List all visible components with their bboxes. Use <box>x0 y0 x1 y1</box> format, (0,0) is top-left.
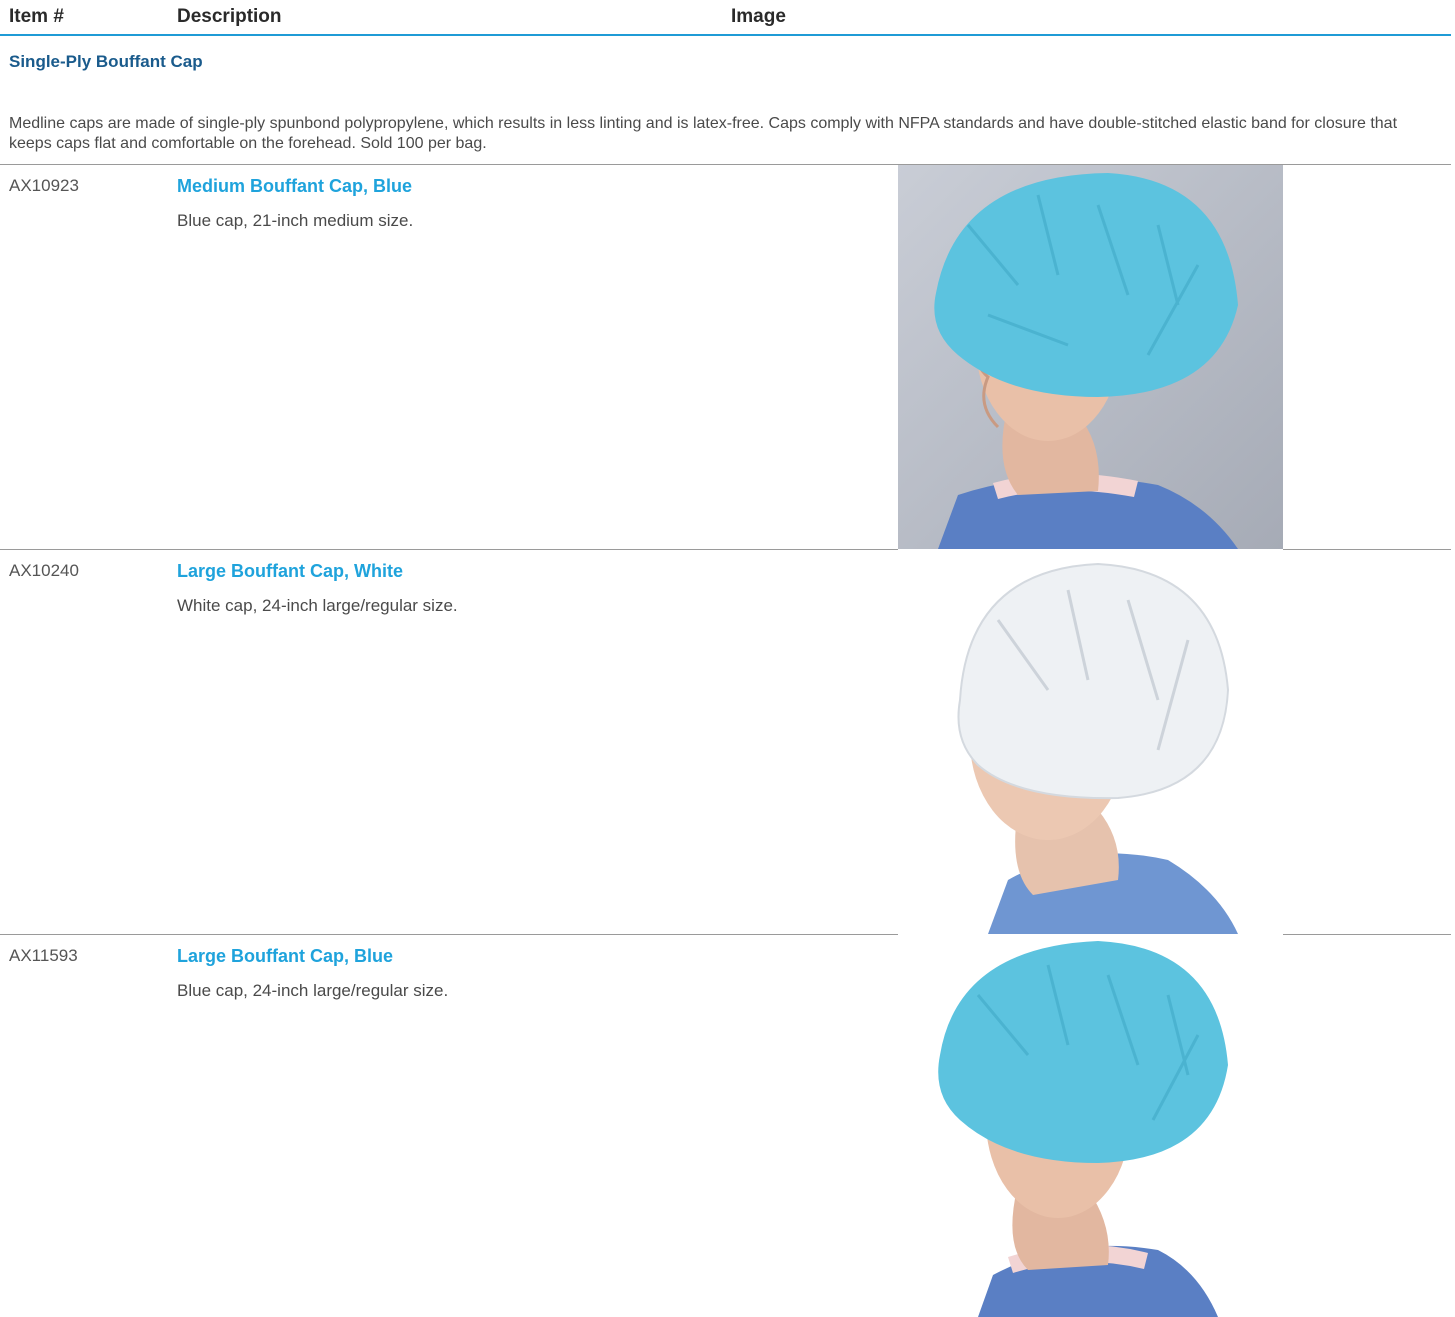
product-title-link[interactable]: Medium Bouffant Cap, Blue <box>177 176 412 197</box>
product-description: Blue cap, 24-inch large/regular size. <box>177 981 449 1000</box>
row-divider <box>0 934 898 935</box>
section-title: Single-Ply Bouffant Cap <box>9 52 203 71</box>
column-header-item: Item # <box>9 6 64 27</box>
row-divider <box>0 549 898 550</box>
product-photo-blue-medium <box>898 165 1283 549</box>
table-header: Item # Description Image <box>0 0 1451 36</box>
product-description: White cap, 24-inch large/regular size. <box>177 596 458 615</box>
item-number: AX11593 <box>9 946 78 965</box>
product-title-link[interactable]: Large Bouffant Cap, White <box>177 561 403 582</box>
product-photo-white-large <box>898 550 1283 934</box>
row-divider <box>1283 934 1451 935</box>
item-number: AX10923 <box>9 176 79 195</box>
section-intro: Medline caps are made of single-ply spun… <box>9 115 1398 152</box>
column-header-description: Description <box>177 6 282 27</box>
item-number: AX10240 <box>9 561 79 580</box>
product-description: Blue cap, 21-inch medium size. <box>177 211 414 230</box>
row-divider <box>1283 549 1451 550</box>
product-title-link[interactable]: Large Bouffant Cap, Blue <box>177 946 393 967</box>
column-header-image: Image <box>731 6 786 27</box>
product-photo-blue-large <box>898 935 1283 1317</box>
